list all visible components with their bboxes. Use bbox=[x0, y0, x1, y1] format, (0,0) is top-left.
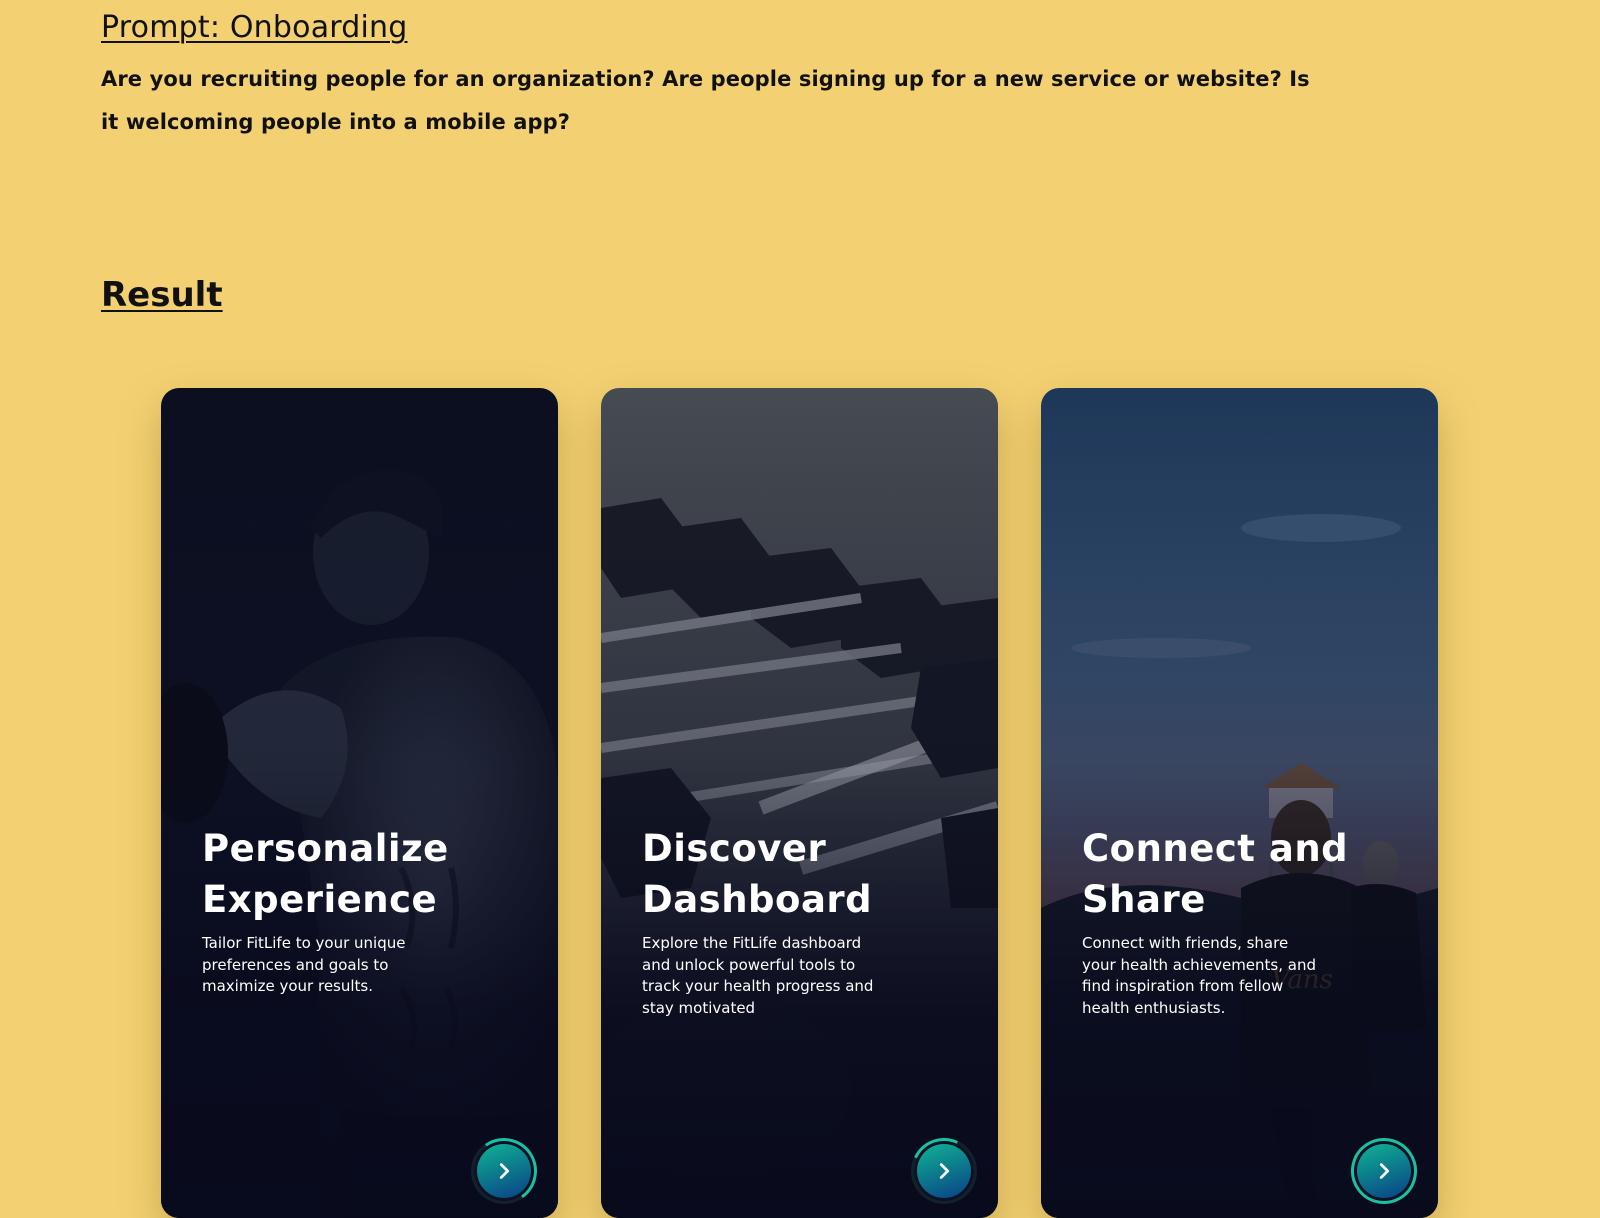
onboarding-card-dashboard: Discover Dashboard Explore the FitLife d… bbox=[601, 388, 998, 1218]
card-description: Connect with friends, share your health … bbox=[1082, 934, 1316, 1017]
onboarding-card-connect: Vans Connect and Share Connect with frie… bbox=[1041, 388, 1438, 1218]
card-description: Explore the FitLife dashboard and unlock… bbox=[642, 934, 874, 1017]
onboarding-card-personalize: Personalize Experience Tailor FitLife to… bbox=[161, 388, 558, 1218]
card-overlay bbox=[161, 388, 558, 1218]
card-title: Connect and Share bbox=[1082, 827, 1349, 921]
card-overlay bbox=[1041, 388, 1438, 1218]
next-button[interactable] bbox=[1345, 1132, 1423, 1210]
prompt-description: Are you recruiting people for an organiz… bbox=[101, 67, 1310, 134]
card-title: Personalize Experience bbox=[202, 827, 449, 921]
onboarding-cards: Personalize Experience Tailor FitLife to… bbox=[161, 388, 1439, 1218]
result-title: Result bbox=[101, 275, 223, 315]
next-button[interactable] bbox=[465, 1132, 543, 1210]
next-button[interactable] bbox=[901, 1128, 987, 1214]
card-description: Tailor FitLife to your unique preference… bbox=[202, 934, 406, 995]
prompt-title: Prompt: Onboarding bbox=[101, 10, 408, 45]
card-overlay bbox=[601, 388, 998, 1218]
card-title: Discover Dashboard bbox=[642, 827, 873, 921]
